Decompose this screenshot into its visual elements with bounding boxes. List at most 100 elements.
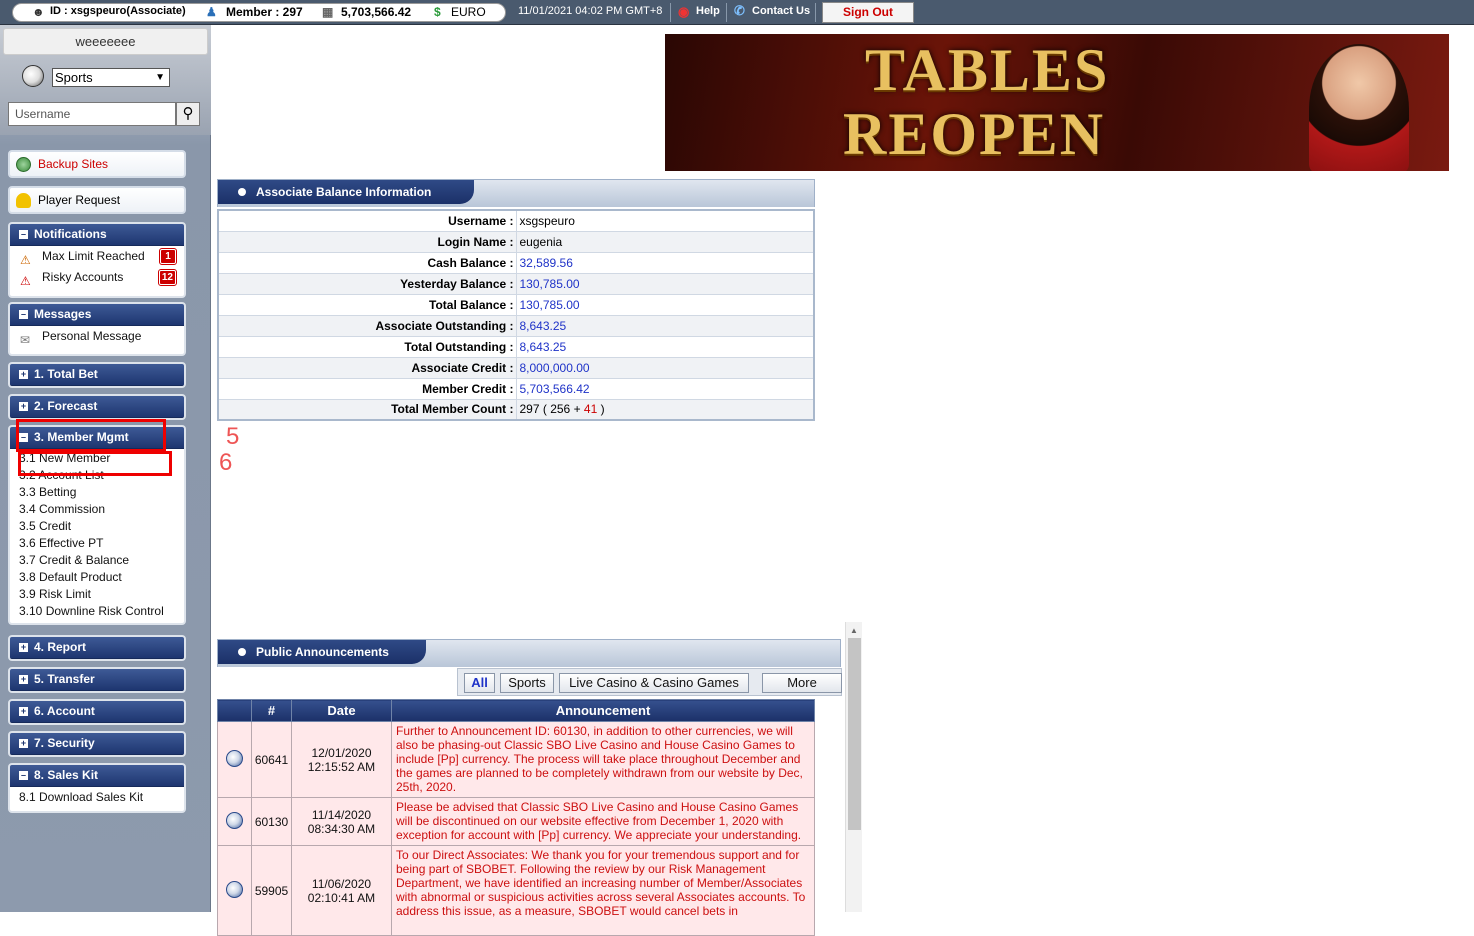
submenu-download-sales-kit[interactable]: 8.1 Download Sales Kit xyxy=(10,789,184,806)
row-label: Associate Outstanding : xyxy=(218,315,517,337)
submenu-betting[interactable]: 3.3 Betting xyxy=(10,484,184,501)
table-header: # Date Announcement xyxy=(217,699,815,722)
filter-casino-button[interactable]: Live Casino & Casino Games xyxy=(559,673,749,693)
menu-header[interactable]: –8. Sales Kit xyxy=(10,765,184,787)
menu-label: 5. Transfer xyxy=(34,672,95,686)
scroll-up-icon[interactable]: ▲ xyxy=(850,626,858,635)
filter-all-button[interactable]: All xyxy=(464,673,495,693)
menu-header[interactable]: +5. Transfer xyxy=(10,669,184,691)
row-label: Username : xyxy=(218,210,517,232)
filter-sports-button[interactable]: Sports xyxy=(500,673,554,693)
product-select-value: Sports xyxy=(55,70,93,85)
menu-transfer[interactable]: +5. Transfer xyxy=(8,667,186,693)
menu-security[interactable]: +7. Security xyxy=(8,731,186,757)
row-label: Total Member Count : xyxy=(218,399,517,421)
submenu-credit[interactable]: 3.5 Credit xyxy=(10,518,184,535)
icon-cell xyxy=(217,721,252,798)
promo-banner[interactable]: TABLES REOPEN xyxy=(665,34,1449,171)
menu-header[interactable]: +7. Security xyxy=(10,733,184,755)
highlight-box-6 xyxy=(18,451,172,476)
divider xyxy=(815,3,816,22)
phone-icon[interactable]: ✆ xyxy=(734,3,745,19)
backup-sites-button[interactable]: Backup Sites xyxy=(8,150,186,178)
column-header: Announcement xyxy=(391,699,815,722)
search-icon: ⚲ xyxy=(182,105,194,122)
messages-header[interactable]: – Messages xyxy=(10,304,184,326)
submenu-risk-limit[interactable]: 3.9 Risk Limit xyxy=(10,586,184,603)
balance-table: Username : xsgspeuro Login Name : eugenia … xyxy=(217,209,815,421)
count-badge: 1 xyxy=(159,248,177,265)
personal-message-label: Personal Message xyxy=(42,329,142,343)
announcement-date: 11/14/2020 08:34:30 AM xyxy=(291,797,392,846)
messages-title: Messages xyxy=(34,307,92,321)
expand-icon: + xyxy=(19,738,28,748)
sign-out-button[interactable]: Sign Out xyxy=(822,2,914,23)
associate-id: ID : xsgspeuro(Associate) xyxy=(50,5,186,17)
row-value: 130,785.00 xyxy=(516,294,814,316)
search-button[interactable]: ⚲ xyxy=(176,102,200,126)
help-icon[interactable]: ◉ xyxy=(678,4,689,20)
announcements-table: # Date Announcement 60641 12/01/2020 12:1… xyxy=(217,699,815,936)
messages-panel: – Messages ✉ Personal Message xyxy=(8,302,186,356)
menu-header[interactable]: +6. Account xyxy=(10,701,184,723)
scrollbar-thumb[interactable] xyxy=(848,638,861,830)
expand-icon: + xyxy=(19,369,28,379)
username-search-input[interactable]: Username xyxy=(8,102,176,126)
row-value: 8,643.25 xyxy=(516,336,814,358)
contact-link[interactable]: Contact Us xyxy=(752,5,810,17)
menu-header[interactable]: +1. Total Bet xyxy=(10,364,184,386)
notification-max-limit[interactable]: ⚠ Max Limit Reached 1 xyxy=(10,246,184,267)
envelope-icon: ✉ xyxy=(20,333,31,347)
time: 12:15:52 AM xyxy=(307,759,376,774)
expand-icon: + xyxy=(19,674,28,684)
row-value: 130,785.00 xyxy=(516,273,814,295)
bell-icon xyxy=(16,193,31,208)
balance-row: Login Name : eugenia xyxy=(218,231,814,253)
banner-dealer-image xyxy=(1309,44,1409,171)
row-label: Yesterday Balance : xyxy=(218,273,517,295)
player-request-button[interactable]: Player Request xyxy=(8,186,186,214)
submenu-default-product[interactable]: 3.8 Default Product xyxy=(10,569,184,586)
submenu-commission[interactable]: 3.4 Commission xyxy=(10,501,184,518)
submenu-downline-risk-control[interactable]: 3.10 Downline Risk Control xyxy=(10,603,184,620)
personal-message-link[interactable]: ✉ Personal Message xyxy=(10,326,184,347)
expand-icon: + xyxy=(19,642,28,652)
balance-row: Username : xsgspeuro xyxy=(218,210,814,232)
notifications-header[interactable]: – Notifications xyxy=(10,224,184,246)
menu-account[interactable]: +6. Account xyxy=(8,699,186,725)
announcements-title-tab: Public Announcements xyxy=(218,640,426,664)
table-row: 60130 11/14/2020 08:34:30 AM Please be ad… xyxy=(217,797,815,846)
product-select[interactable]: Sports ▼ xyxy=(52,68,170,87)
sports-ball-icon xyxy=(226,880,243,898)
row-label: Login Name : xyxy=(218,231,517,253)
menu-header[interactable]: +2. Forecast xyxy=(10,396,184,418)
divider xyxy=(670,3,671,22)
datetime: 11/01/2021 04:02 PM GMT+8 xyxy=(518,5,663,17)
chevron-down-icon: ▼ xyxy=(155,72,165,83)
notification-label: Risky Accounts xyxy=(42,270,124,284)
menu-label: 4. Report xyxy=(34,640,87,654)
menu-label: 8. Sales Kit xyxy=(34,768,99,782)
menu-label: 7. Security xyxy=(34,736,95,750)
count-badge: 12 xyxy=(157,269,178,286)
row-label: Member Credit : xyxy=(218,378,517,400)
date: 11/14/2020 xyxy=(311,807,372,822)
menu-report[interactable]: +4. Report xyxy=(8,635,186,661)
menu-forecast[interactable]: +2. Forecast xyxy=(8,394,186,420)
menu-header[interactable]: +4. Report xyxy=(10,637,184,659)
help-link[interactable]: Help xyxy=(696,5,720,17)
balance-title-tab: Associate Balance Information xyxy=(218,180,474,204)
notifications-panel: – Notifications ⚠ Max Limit Reached 1 ⚠ Risk… xyxy=(8,222,186,298)
announcement-id: 60130 xyxy=(251,797,292,846)
notification-risky-accounts[interactable]: ⚠ Risky Accounts 12 xyxy=(10,267,184,288)
balance-row: Total Balance :130,785.00 xyxy=(218,294,814,316)
menu-total-bet[interactable]: +1. Total Bet xyxy=(8,362,186,388)
submenu-effective-pt[interactable]: 3.6 Effective PT xyxy=(10,535,184,552)
top-balance: 5,703,566.42 xyxy=(341,5,412,19)
balance-row: Yesterday Balance :130,785.00 xyxy=(218,273,814,295)
submenu-credit-balance[interactable]: 3.7 Credit & Balance xyxy=(10,552,184,569)
filter-more-button[interactable]: More xyxy=(762,673,842,693)
announcements-scrollbar[interactable]: ▲ xyxy=(845,622,862,912)
row-value: 8,643.25 xyxy=(516,315,814,337)
icon-cell xyxy=(217,845,252,936)
